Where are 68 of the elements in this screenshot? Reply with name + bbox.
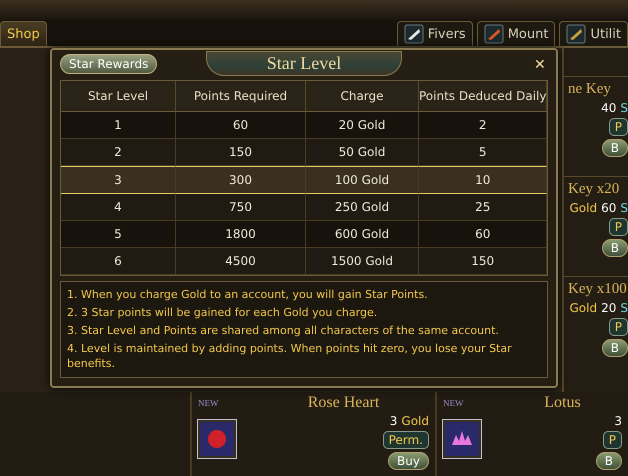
dialog-title: Star Level [206, 51, 402, 76]
note-text: 4. Level is maintained by adding points. When points hit zero, you lose your Star benefits. [67, 342, 513, 371]
buy-button[interactable]: B [596, 452, 622, 470]
table-cell: 1 [61, 112, 176, 139]
item-name: Lotus [544, 394, 581, 412]
note-text: 2. 3 Star points will be gained for each Gold you charge. [67, 306, 378, 320]
table-cell: 60 [419, 220, 548, 248]
table-cell: 4500 [176, 248, 306, 275]
duration-tag[interactable]: P [608, 218, 628, 236]
column-header: Points Deduced Daily [419, 80, 548, 112]
currency-label: Gold [570, 201, 598, 215]
table-cell: 25 [419, 194, 548, 221]
shop-tab[interactable]: Utilit [559, 21, 628, 46]
column-header: Charge [306, 80, 419, 112]
price: 3 [614, 414, 622, 428]
item-name: Key x20 [568, 181, 620, 198]
buy-button[interactable]: Buy [388, 452, 429, 470]
price: 60 [601, 201, 616, 215]
price: 40 [601, 101, 616, 115]
currency-label: Gold [401, 414, 429, 428]
column-header: Star Level [61, 80, 176, 112]
currency-label: S [620, 301, 628, 315]
duration-tag[interactable]: P [608, 318, 628, 336]
buy-button[interactable]: B [602, 339, 628, 357]
table-cell: 10 [419, 166, 548, 194]
shop-tab[interactable]: Shop [0, 21, 47, 46]
shop-tab[interactable]: Fivers [396, 21, 473, 46]
table-cell: 3 [61, 166, 176, 194]
price: 3 [390, 414, 398, 428]
table-cell: 50 Gold [306, 138, 419, 166]
note-text: 3. Star Level and Points are shared among all characters of the same account. [67, 324, 500, 338]
duration-tag[interactable]: Perm. [382, 431, 429, 449]
table-cell: 1500 Gold [306, 248, 419, 275]
table-cell: 1800 [176, 220, 306, 248]
new-label: NEW [198, 398, 220, 408]
table-cell: 5 [419, 138, 548, 166]
table-cell: 2 [61, 138, 176, 166]
table-cell: 6 [61, 248, 176, 275]
item-name: Key x100 [568, 281, 627, 298]
table-cell: 600 Gold [306, 220, 419, 248]
item-name: Rose Heart [308, 394, 380, 412]
table-cell: 100 Gold [306, 166, 419, 194]
table-cell: 2 [419, 112, 548, 139]
lotus-icon [443, 420, 481, 458]
table-cell: 20 Gold [306, 112, 419, 139]
duration-tag[interactable]: P [602, 431, 622, 449]
currency-label: S [620, 201, 628, 215]
buy-button[interactable]: B [602, 239, 628, 257]
table-cell: 5 [61, 220, 176, 248]
currency-label: Gold [570, 301, 598, 315]
column-header: Points Required [176, 80, 306, 112]
table-cell: 150 [176, 138, 306, 166]
table-cell: 300 [176, 166, 306, 194]
table-cell: 150 [419, 248, 548, 275]
table-cell: 750 [176, 194, 306, 221]
table-cell: 60 [176, 112, 306, 139]
buy-button[interactable]: B [602, 139, 628, 157]
item-name: ne Key [568, 81, 611, 98]
table-cell: 250 Gold [306, 194, 419, 221]
table-cell: 4 [61, 194, 176, 221]
duration-tag[interactable]: P [608, 118, 628, 136]
close-button[interactable]: ✕ [532, 56, 548, 72]
currency-label: S [620, 101, 628, 115]
shop-tab[interactable]: Mount [476, 21, 556, 46]
star-rewards-button[interactable]: Star Rewards [60, 54, 158, 74]
new-label: NEW [443, 398, 464, 408]
note-text: 1. When you charge Gold to an account, you will gain Star Points. [67, 288, 429, 302]
price: 20 [601, 301, 616, 315]
